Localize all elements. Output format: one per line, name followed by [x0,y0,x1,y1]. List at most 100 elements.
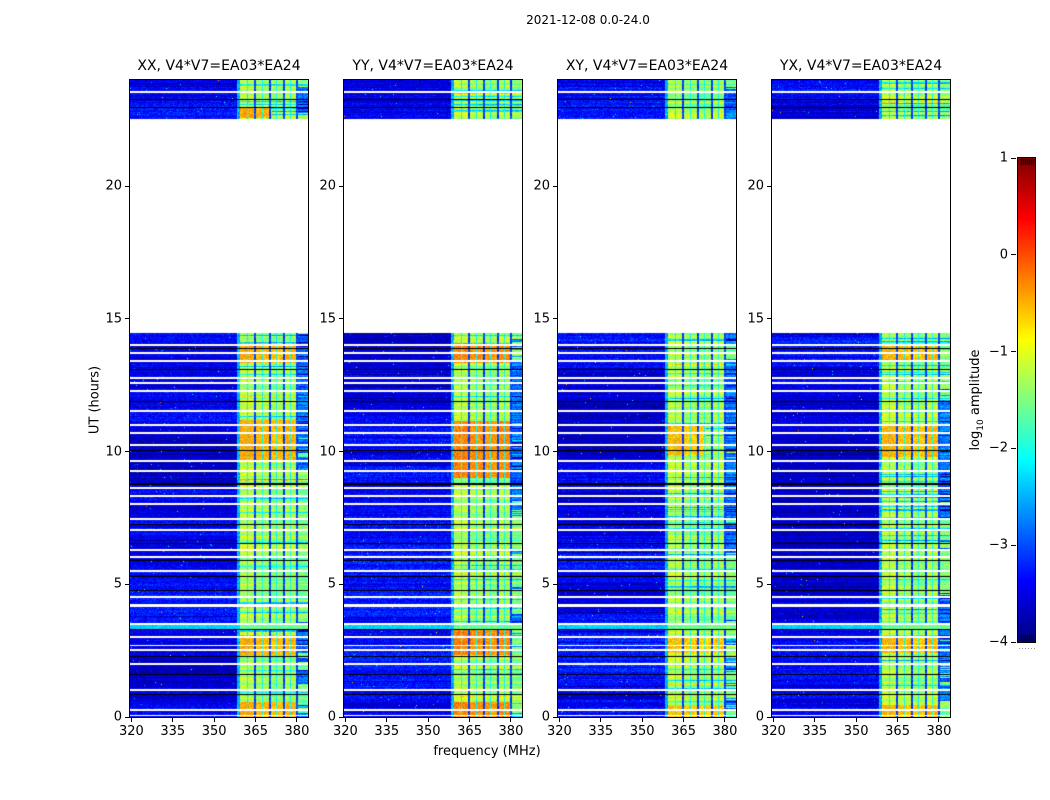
spectrogram-panel-xy [557,79,737,718]
y-axis-label: UT (hours) [87,365,103,435]
x-tick-label: 350 [201,724,227,739]
spectrogram-panel-yx [771,79,951,718]
y-tick [125,185,129,187]
x-tick-label: 350 [629,724,655,739]
spectrogram-figure: 2021-12-08 0.0-24.0 XX, V4*V7=EA03*EA24 … [0,0,1050,800]
panel-title-xy: XY, V4*V7=EA03*EA24 [565,58,729,74]
y-tick-label: 10 [319,444,336,460]
x-tick-label: 380 [498,724,524,739]
y-tick-label: 10 [533,444,550,460]
spectrogram-canvas-xx [130,80,308,717]
colorbar [1017,157,1036,643]
y-tick-label: 15 [533,311,550,327]
x-tick [814,718,816,722]
x-tick-label: 320 [332,724,358,739]
colorbar-minor-dots [1022,648,1023,649]
y-tick [767,451,771,453]
x-tick-label: 380 [712,724,738,739]
spectrogram-canvas-yx [772,80,950,717]
x-tick [469,718,471,722]
x-tick [510,718,512,722]
colorbar-tick-label: −1 [988,344,1008,360]
x-tick-label: 365 [671,724,696,739]
y-tick-label: 20 [747,178,764,194]
colorbar-tick-label: 0 [999,247,1008,263]
x-tick [938,718,940,722]
x-tick [296,718,298,722]
colorbar-tick [1011,157,1016,159]
colorbar-minor-dots [1031,648,1032,649]
colorbar-tick [1011,254,1016,256]
colorbar-tick [1011,447,1016,449]
x-tick [683,718,685,722]
x-tick-label: 335 [374,724,400,739]
x-tick-label: 350 [415,724,441,739]
colorbar-canvas [1018,158,1035,642]
x-tick [641,718,643,722]
y-tick [125,451,129,453]
y-tick-label: 15 [105,311,122,327]
y-tick [339,318,343,320]
spectrogram-panel-xx [129,79,309,718]
colorbar-minor-dots [1019,648,1020,649]
y-tick-label: 15 [747,311,764,327]
x-tick [213,718,215,722]
x-tick [897,718,899,722]
y-tick [767,318,771,320]
x-tick [600,718,602,722]
y-tick-label: 0 [113,709,122,725]
y-tick [767,583,771,585]
colorbar-tick-label: −3 [988,537,1008,553]
colorbar-minor-dots [1025,648,1026,649]
spectrogram-panel-yy [343,79,523,718]
x-tick [130,718,132,722]
y-tick [553,451,557,453]
x-tick-label: 320 [546,724,572,739]
x-tick-label: 320 [760,724,786,739]
y-tick-label: 0 [327,709,336,725]
y-tick [767,716,771,718]
y-tick [553,716,557,718]
x-axis-label: frequency (MHz) [433,744,541,759]
x-tick [724,718,726,722]
y-tick-label: 10 [747,444,764,460]
x-tick-label: 320 [118,724,144,739]
x-tick-label: 335 [802,724,828,739]
x-tick [427,718,429,722]
y-tick-label: 5 [541,576,550,592]
y-tick-label: 20 [105,178,122,194]
y-tick [125,716,129,718]
colorbar-label: log10 amplitude [968,349,986,451]
x-tick-label: 350 [843,724,869,739]
figure-title: 2021-12-08 0.0-24.0 [526,13,650,27]
y-tick-label: 0 [541,709,550,725]
spectrogram-canvas-xy [558,80,736,717]
colorbar-minor-dots [1028,648,1029,649]
colorbar-tick-label: 1 [999,150,1008,166]
y-tick-label: 0 [755,709,764,725]
y-tick-label: 10 [105,444,122,460]
x-tick [255,718,257,722]
colorbar-tick [1011,641,1016,643]
colorbar-tick [1011,351,1016,353]
x-tick-label: 380 [284,724,310,739]
y-tick-label: 5 [113,576,122,592]
x-tick-label: 365 [885,724,910,739]
x-tick [855,718,857,722]
y-tick [553,185,557,187]
colorbar-tick-label: −2 [988,440,1008,456]
x-tick-label: 335 [588,724,614,739]
panel-title-xx: XX, V4*V7=EA03*EA24 [137,58,301,74]
x-tick-label: 335 [160,724,186,739]
panel-title-yy: YY, V4*V7=EA03*EA24 [352,58,514,74]
x-tick-label: 365 [457,724,482,739]
x-tick [344,718,346,722]
spectrogram-canvas-yy [344,80,522,717]
x-tick-label: 380 [926,724,952,739]
y-tick [339,583,343,585]
x-tick [386,718,388,722]
y-tick [125,318,129,320]
y-tick [339,185,343,187]
x-tick-label: 365 [243,724,268,739]
x-tick [772,718,774,722]
